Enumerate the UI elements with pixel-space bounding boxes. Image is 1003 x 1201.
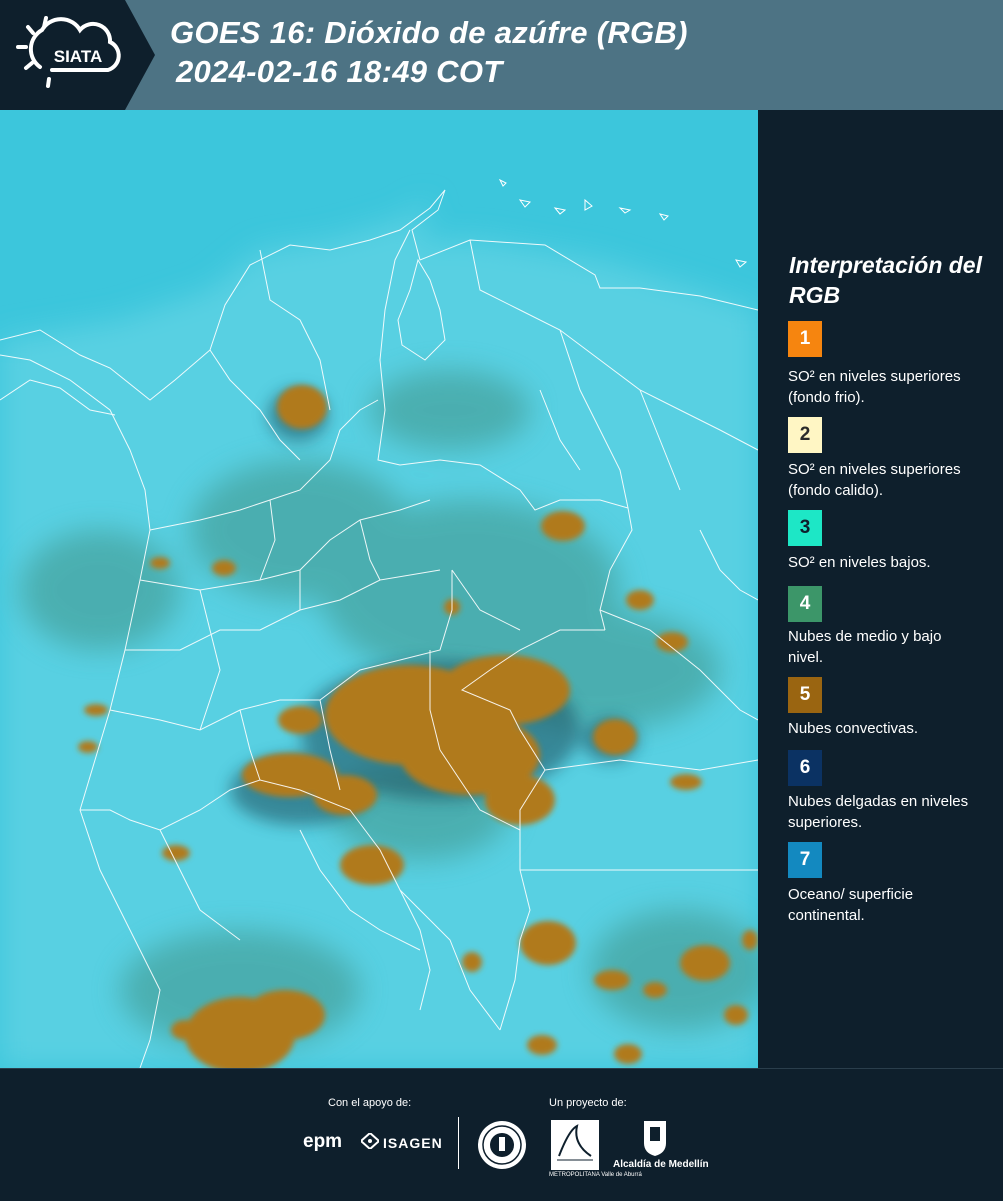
project-caption: Un proyecto de: xyxy=(549,1097,627,1109)
isagen-logo: ISAGEN xyxy=(383,1135,443,1151)
epm-logo: epm xyxy=(303,1131,343,1152)
alcaldia-label: Alcaldía de Medellín xyxy=(613,1159,709,1170)
legend-number-6: 6 xyxy=(799,757,811,778)
legend-swatch-6: 6 xyxy=(788,750,822,786)
legend-number-7: 7 xyxy=(799,849,811,870)
legend-label-1: SO² en niveles superiores (fondo frio). xyxy=(788,368,961,406)
legend-number-5: 5 xyxy=(799,684,811,705)
legend-number-1: 1 xyxy=(799,328,811,349)
alcaldia-shield-icon xyxy=(644,1121,666,1156)
legend-number-3: 3 xyxy=(799,517,811,538)
legend-label-6: Nubes delgadas en niveles superiores. xyxy=(788,793,969,831)
legend-swatch-5: 5 xyxy=(788,677,822,713)
legend-swatch-2: 2 xyxy=(788,417,822,453)
area-metropolitana-logo xyxy=(551,1120,599,1170)
legend-label-5: Nubes convectivas. xyxy=(788,720,919,737)
legend-swatch-3: 3 xyxy=(788,510,822,546)
page-title: GOES 16: Dióxido de azúfre (RGB) xyxy=(170,15,688,50)
legend-title: Interpretación del RGB xyxy=(789,252,982,308)
legend-swatch-4: 4 xyxy=(788,586,822,622)
siata-logo: SIATA xyxy=(0,0,155,110)
footer: Con el apoyo de: Un proyecto de: epm ISA… xyxy=(0,1068,1003,1201)
legend-swatch-7: 7 xyxy=(788,842,822,878)
legend-label-7: Oceano/ superficie continental. xyxy=(788,886,914,924)
siata-logo-text: SIATA xyxy=(54,47,102,66)
legend-label-3: SO² en niveles bajos. xyxy=(788,554,931,571)
legend-label-2: SO² en niveles superiores (fondo calido)… xyxy=(788,461,961,499)
medellin-seal-icon xyxy=(478,1121,526,1169)
legend-panel: Interpretación del RGB 1 SO² en niveles … xyxy=(760,110,1003,1068)
isagen-mark-icon xyxy=(361,1133,379,1149)
legend-number-4: 4 xyxy=(799,593,811,614)
area-logo-label: METROPOLITANA Valle de Aburrá xyxy=(549,1172,642,1178)
footer-divider xyxy=(458,1117,459,1169)
satellite-map xyxy=(0,110,758,1068)
legend-number-2: 2 xyxy=(799,424,811,445)
header-bar: SIATA GOES 16: Dióxido de azúfre (RGB) 2… xyxy=(0,0,1003,110)
legend-label-4: Nubes de medio y bajo nivel. xyxy=(788,628,942,666)
legend-swatch-1: 1 xyxy=(788,321,822,357)
support-caption: Con el apoyo de: xyxy=(328,1097,412,1109)
timestamp: 2024-02-16 18:49 COT xyxy=(176,54,503,89)
